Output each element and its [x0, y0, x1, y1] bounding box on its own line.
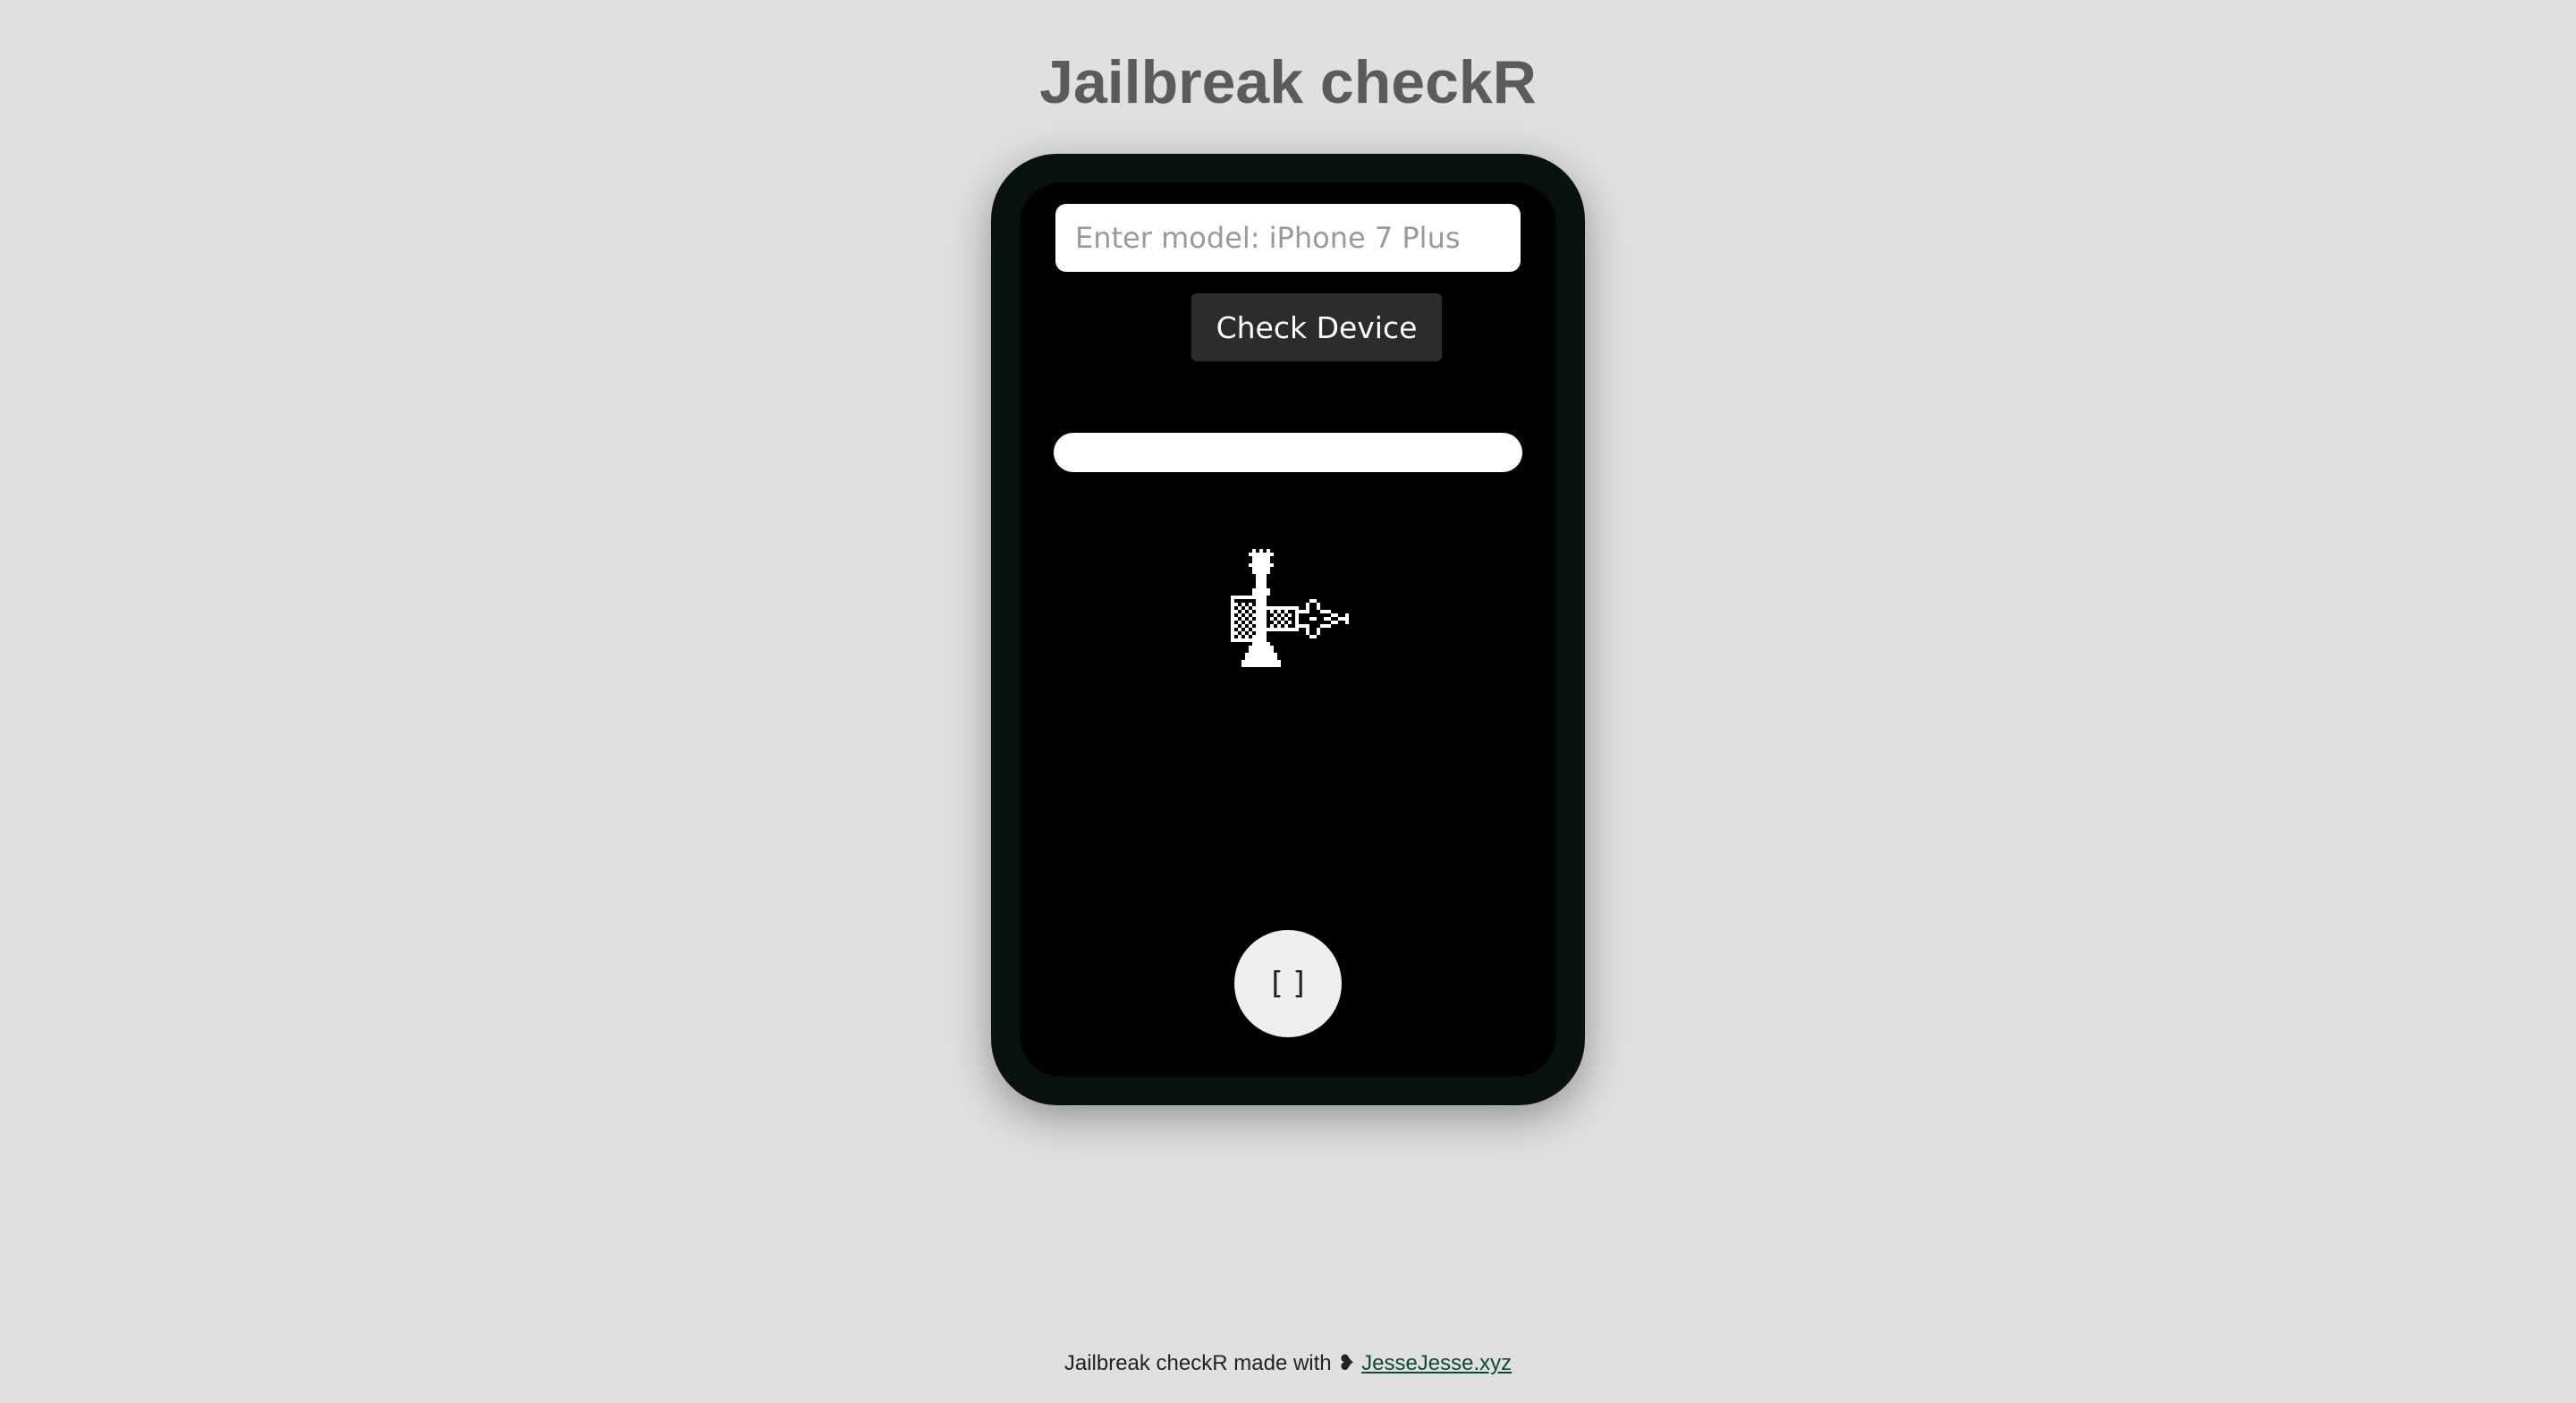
phone-screen: Check Device — [1020, 182, 1556, 1077]
page-title: Jailbreak checkR — [1039, 48, 1537, 116]
checkra1n-logo-icon — [1231, 549, 1349, 667]
heart-icon: ❥ — [1337, 1351, 1356, 1375]
footer: Jailbreak checkR made with ❥ JesseJesse.… — [0, 1350, 2576, 1377]
footer-text: Jailbreak checkR made with — [1063, 1351, 1332, 1375]
check-device-button[interactable]: Check Device — [1191, 293, 1442, 361]
home-button[interactable]: [ ] — [1234, 930, 1342, 1037]
phone-frame: Check Device — [991, 154, 1585, 1105]
model-input[interactable] — [1055, 204, 1521, 272]
page: Jailbreak checkR Check Device — [0, 0, 2576, 1403]
result-display — [1054, 433, 1522, 472]
author-link[interactable]: JesseJesse.xyz — [1361, 1351, 1512, 1375]
